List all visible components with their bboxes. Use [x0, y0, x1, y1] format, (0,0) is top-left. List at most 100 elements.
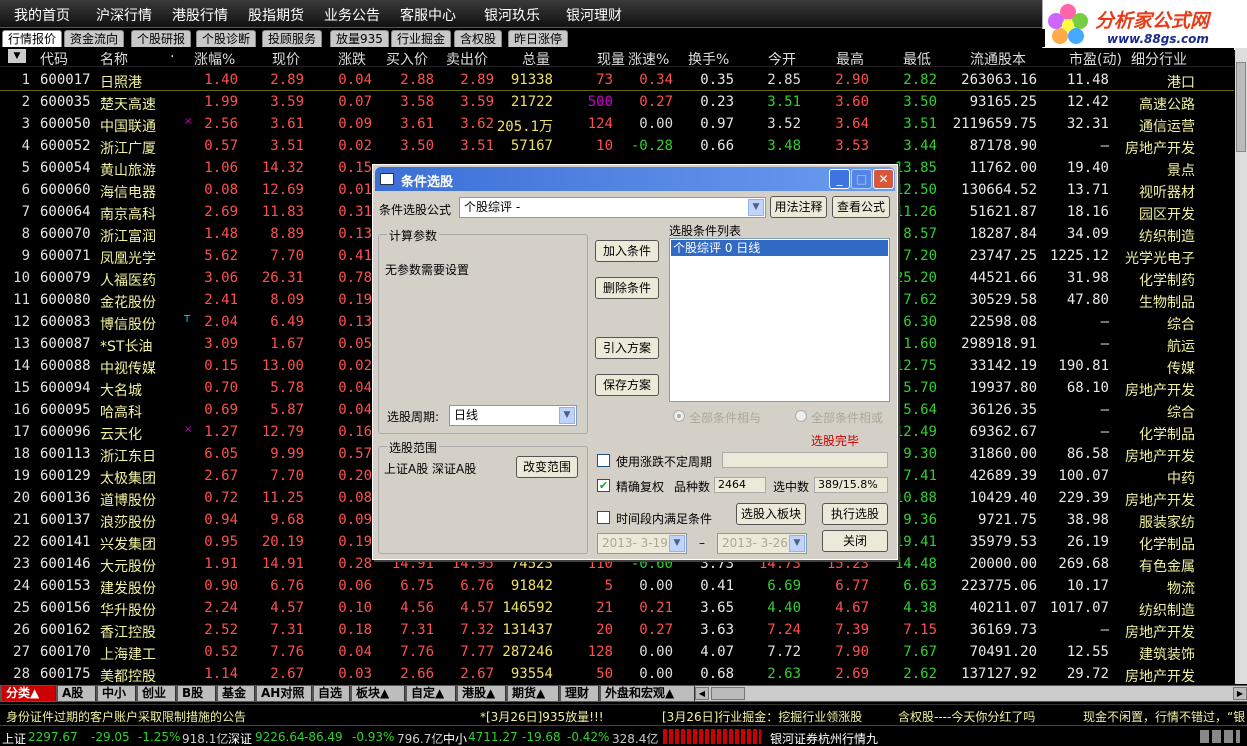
column-header[interactable]: 代码: [40, 49, 68, 69]
bottom-tab[interactable]: 分类▲: [2, 686, 56, 701]
tab-rights[interactable]: 含权股: [454, 30, 503, 47]
radio-and[interactable]: [673, 410, 685, 422]
dialog-titlebar[interactable]: 条件选股 _ □ ✕: [375, 167, 895, 191]
column-header[interactable]: 名称: [100, 49, 128, 69]
tab-research[interactable]: 个股研报: [131, 30, 192, 47]
view-formula-button[interactable]: 查看公式: [832, 196, 890, 218]
save-plan-button[interactable]: 保存方案: [595, 374, 659, 396]
bottom-tab[interactable]: 港股▲: [458, 686, 506, 701]
condition-list-item[interactable]: 个股综评 0 日线: [671, 240, 888, 256]
to-block-button[interactable]: 选股入板块: [736, 503, 806, 525]
scroll-left-icon[interactable]: ◀: [695, 687, 709, 700]
vertical-scrollbar[interactable]: [1235, 48, 1247, 684]
column-header[interactable]: 总量: [522, 49, 550, 69]
column-header[interactable]: 涨幅%: [194, 49, 235, 69]
menu-club[interactable]: 银河玖乐: [484, 5, 540, 25]
table-row[interactable]: 28 600175 美都控股 1.14 2.67 0.03 2.66 2.67 93554 50 0…: [0, 663, 1234, 685]
bottom-tab[interactable]: 基金: [218, 686, 255, 701]
menu-futures[interactable]: 股指期货: [248, 5, 304, 25]
date-to[interactable]: 2013- 3-26 ▼: [717, 533, 807, 554]
column-header[interactable]: 换手%: [688, 49, 729, 69]
horizontal-scrollbar[interactable]: ◀ ▶: [695, 686, 1247, 701]
bottom-tab[interactable]: AH对照: [257, 686, 312, 701]
table-row[interactable]: 27 600170 上海建工 0.52 7.76 0.04 7.76 7.77 287246 12…: [0, 641, 1234, 663]
menu-notice[interactable]: 业务公告: [324, 5, 380, 25]
menu-hs-quote[interactable]: 沪深行情: [96, 5, 152, 25]
column-header[interactable]: 市盈(动): [1069, 49, 1122, 69]
table-row[interactable]: 1 600017 日照港 1.40 2.89 0.04 2.88 2.89 91338 73 0.3…: [0, 69, 1234, 91]
date-from[interactable]: 2013- 3-19 ▼: [597, 533, 687, 554]
ticker-item[interactable]: *[3月26日]935放量!!!: [480, 708, 604, 725]
table-row[interactable]: 24 600153 建发股份 0.90 6.76 0.06 6.75 6.76 91842 5 0.…: [0, 575, 1234, 597]
interval-checkbox[interactable]: [597, 511, 610, 524]
tray-icons[interactable]: [1200, 730, 1240, 743]
scroll-thumb[interactable]: [1236, 62, 1246, 152]
maximize-icon[interactable]: □: [851, 169, 872, 189]
table-row[interactable]: 2 600035 楚天高速 1.99 3.59 0.07 3.58 3.59 21722 500 0…: [0, 91, 1234, 113]
bottom-tab[interactable]: 中小: [98, 686, 136, 701]
menu-service[interactable]: 客服中心: [400, 5, 456, 25]
bottom-tab[interactable]: A股: [58, 686, 96, 701]
condition-list[interactable]: 个股综评 0 日线: [669, 238, 890, 402]
menu-hk-quote[interactable]: 港股行情: [172, 5, 228, 25]
ticker-item[interactable]: [3月26日]行业掘金：挖掘行业领涨股: [662, 708, 862, 725]
bottom-tab[interactable]: B股: [178, 686, 216, 701]
tab-advisor[interactable]: 投顾服务: [262, 30, 323, 47]
column-header[interactable]: 卖出价: [446, 49, 488, 69]
close-icon[interactable]: ✕: [873, 169, 894, 189]
bottom-tab[interactable]: 理财: [561, 686, 599, 701]
sort-dropdown-icon[interactable]: ▼: [8, 49, 26, 63]
delete-condition-button[interactable]: 删除条件: [595, 277, 659, 299]
bottom-tab[interactable]: 自选: [314, 686, 350, 701]
column-header[interactable]: 涨速%: [628, 49, 669, 69]
table-row[interactable]: 26 600162 香江控股 2.52 7.31 0.18 7.31 7.32 131437 20…: [0, 619, 1234, 641]
hscroll-thumb[interactable]: [711, 687, 745, 700]
bottom-tab[interactable]: 自定▲: [407, 686, 456, 701]
chevron-down-icon[interactable]: ▼: [669, 535, 685, 552]
menu-finance[interactable]: 银河理财: [566, 5, 622, 25]
ticker-item[interactable]: 含权股----今天你分红了吗: [898, 708, 1035, 725]
column-header[interactable]: 现量: [597, 49, 625, 69]
column-header[interactable]: 最低: [903, 49, 931, 69]
column-header[interactable]: 流通股本: [970, 49, 1026, 69]
column-header[interactable]: 涨跌: [338, 49, 366, 69]
tab-industry[interactable]: 行业掘金: [391, 30, 452, 47]
chevron-down-icon[interactable]: ▼: [559, 407, 575, 424]
menu-home[interactable]: 我的首页: [14, 5, 70, 25]
close-button[interactable]: 关闭: [822, 530, 888, 552]
column-header[interactable]: ·: [170, 49, 174, 65]
tab-volume935[interactable]: 放量935: [330, 30, 389, 47]
run-select-button[interactable]: 执行选股: [822, 503, 888, 525]
period-select[interactable]: 日线 ▼: [449, 405, 577, 426]
adjust-checkbox[interactable]: ✔: [597, 479, 610, 492]
ticker-item[interactable]: 现金不闲置，行情不错过，“银: [1083, 708, 1245, 725]
column-header[interactable]: 细分行业: [1131, 49, 1187, 69]
column-header[interactable]: 现价: [272, 49, 300, 69]
bottom-tab[interactable]: 期货▲: [508, 686, 559, 701]
ticker-item[interactable]: 身份证件过期的客户账户采取限制措施的公告: [6, 708, 246, 725]
chevron-down-icon[interactable]: ▼: [789, 535, 805, 552]
radio-or[interactable]: [795, 410, 807, 422]
tab-diagnosis[interactable]: 个股诊断: [196, 30, 257, 47]
bottom-tab[interactable]: 板块▲: [352, 686, 405, 701]
minimize-icon[interactable]: _: [829, 169, 850, 189]
table-row[interactable]: 25 600156 华升股份 2.24 4.57 0.10 4.56 4.57 146592 21…: [0, 597, 1234, 619]
chevron-down-icon[interactable]: ▼: [748, 199, 764, 216]
column-header[interactable]: 今开: [768, 49, 796, 69]
bottom-tab[interactable]: 创业: [138, 686, 176, 701]
period-checkbox[interactable]: [597, 454, 610, 467]
table-row[interactable]: 4 600052 浙江广厦 0.57 3.51 0.02 3.50 3.51 57167 10 -0…: [0, 135, 1234, 157]
add-condition-button[interactable]: 加入条件: [595, 240, 659, 262]
tab-quote[interactable]: 行情报价: [2, 30, 63, 47]
scroll-right-icon[interactable]: ▶: [1233, 687, 1247, 700]
change-range-button[interactable]: 改变范围: [516, 456, 578, 478]
bottom-tab[interactable]: 外盘和宏观▲: [601, 686, 695, 701]
import-plan-button[interactable]: 引入方案: [595, 337, 659, 359]
usage-button[interactable]: 用法注释: [770, 196, 827, 218]
table-row[interactable]: 3 600050 中国联通 × 2.56 3.61 0.09 3.61 3.62 205.1万 12…: [0, 113, 1234, 135]
tab-fund-flow[interactable]: 资金流向: [64, 30, 125, 47]
column-header[interactable]: 买入价: [386, 49, 428, 69]
column-header[interactable]: 最高: [836, 49, 864, 69]
formula-select[interactable]: 个股综评 - ▼: [459, 197, 766, 218]
tab-limitup[interactable]: 昨日涨停: [508, 30, 569, 47]
